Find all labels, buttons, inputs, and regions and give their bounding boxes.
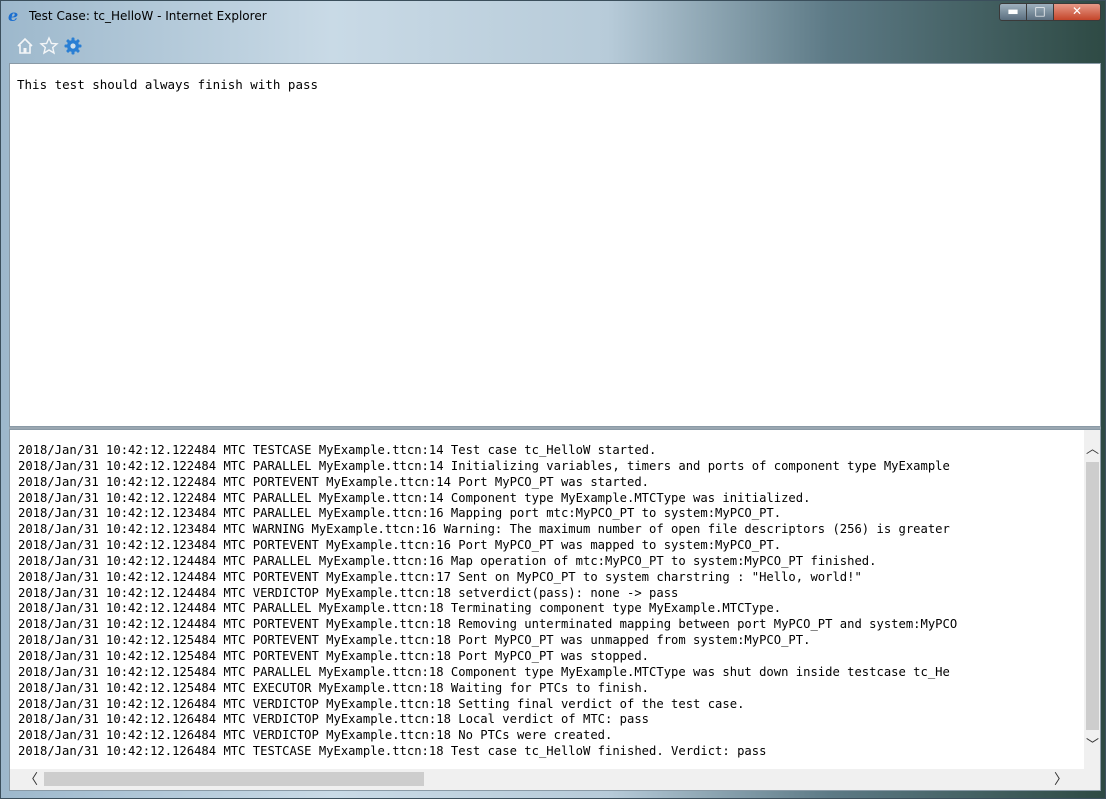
vertical-scrollbar[interactable]: ︿ ﹀	[1084, 430, 1100, 771]
log-line: 2018/Jan/31 10:42:12.122484 MTC PARALLEL…	[18, 490, 811, 505]
scrollbar-corner	[1084, 769, 1100, 790]
test-description-pane: This test should always finish with pass	[9, 63, 1101, 427]
maximize-button[interactable]: □	[1026, 3, 1054, 21]
log-line: 2018/Jan/31 10:42:12.124484 MTC VERDICTO…	[18, 585, 679, 600]
log-line: 2018/Jan/31 10:42:12.124484 MTC PORTEVEN…	[18, 569, 862, 584]
minimize-button[interactable]: ▬	[999, 3, 1027, 21]
scroll-right-icon[interactable]: 〉	[1052, 770, 1070, 789]
internet-explorer-icon: e	[8, 6, 19, 25]
log-line: 2018/Jan/31 10:42:12.122484 MTC PARALLEL…	[18, 458, 950, 473]
log-line: 2018/Jan/31 10:42:12.125484 MTC PORTEVEN…	[18, 648, 650, 663]
scroll-left-icon[interactable]: 〈	[22, 770, 40, 789]
log-line: 2018/Jan/31 10:42:12.126484 MTC VERDICTO…	[18, 728, 613, 743]
log-line: 2018/Jan/31 10:42:12.126484 MTC TESTCASE…	[18, 744, 767, 759]
home-icon[interactable]	[15, 36, 35, 56]
close-button[interactable]: ✕	[1053, 3, 1101, 21]
log-line: 2018/Jan/31 10:42:12.124484 MTC PORTEVEN…	[18, 617, 958, 632]
log-line: 2018/Jan/31 10:42:12.123484 MTC PARALLEL…	[18, 506, 782, 521]
browser-window: e Test Case: tc_HelloW - Internet Explor…	[0, 0, 1106, 799]
log-line: 2018/Jan/31 10:42:12.124484 MTC PARALLEL…	[18, 601, 782, 616]
title-bar[interactable]: e Test Case: tc_HelloW - Internet Explor…	[1, 1, 1105, 31]
star-icon[interactable]	[39, 36, 59, 56]
log-line: 2018/Jan/31 10:42:12.122484 MTC TESTCASE…	[18, 443, 657, 457]
log-line: 2018/Jan/31 10:42:12.123484 MTC PORTEVEN…	[18, 538, 782, 553]
vertical-scroll-thumb[interactable]	[1086, 462, 1099, 730]
browser-toolbar	[1, 31, 1105, 61]
scroll-up-icon[interactable]: ︿	[1084, 440, 1100, 457]
log-line: 2018/Jan/31 10:42:12.125484 MTC PARALLEL…	[18, 664, 950, 679]
horizontal-scrollbar[interactable]: 〈 〉	[10, 769, 1084, 790]
log-line: 2018/Jan/31 10:42:12.123484 MTC WARNING …	[18, 522, 950, 537]
log-line: 2018/Jan/31 10:42:12.124484 MTC PARALLEL…	[18, 553, 877, 568]
log-line: 2018/Jan/31 10:42:12.125484 MTC EXECUTOR…	[18, 680, 650, 695]
scroll-down-icon[interactable]: ﹀	[1084, 736, 1100, 753]
log-line: 2018/Jan/31 10:42:12.126484 MTC VERDICTO…	[18, 712, 650, 727]
window-title: Test Case: tc_HelloW - Internet Explorer	[29, 9, 267, 23]
log-pane: 2018/Jan/31 10:42:12.122484 MTC TESTCASE…	[9, 429, 1101, 791]
log-line: 2018/Jan/31 10:42:12.126484 MTC VERDICTO…	[18, 696, 745, 711]
log-line: 2018/Jan/31 10:42:12.125484 MTC PORTEVEN…	[18, 633, 811, 648]
log-line: 2018/Jan/31 10:42:12.122484 MTC PORTEVEN…	[18, 474, 650, 489]
test-description: This test should always finish with pass	[17, 77, 319, 92]
log-list: 2018/Jan/31 10:42:12.122484 MTC TESTCASE…	[18, 443, 1084, 763]
gear-icon[interactable]	[63, 36, 83, 56]
horizontal-scroll-thumb[interactable]	[44, 772, 424, 786]
